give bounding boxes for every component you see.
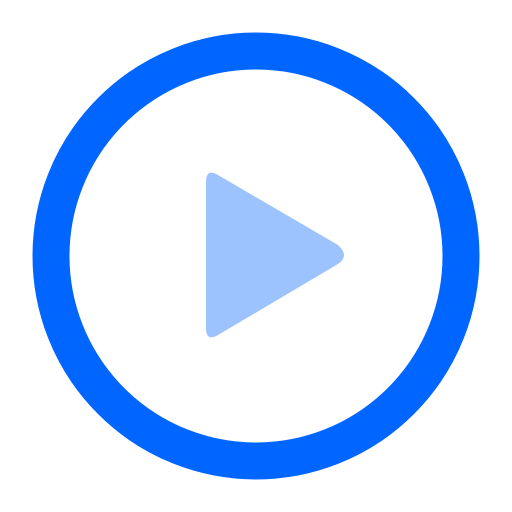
play-triangle-icon: [206, 172, 344, 338]
play-icon-canvas: [0, 0, 512, 512]
play-circle-icon[interactable]: [0, 0, 512, 512]
